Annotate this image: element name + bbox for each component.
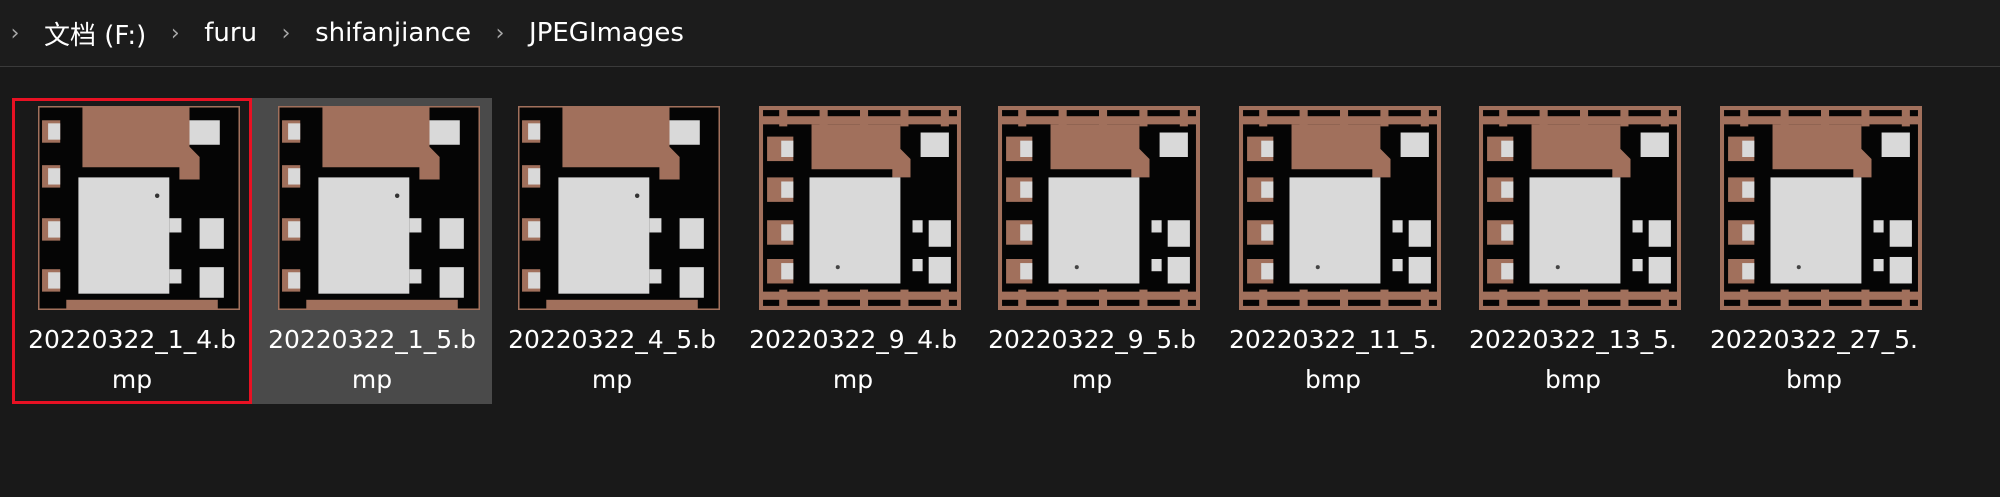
file-name: 20220322_27_5.bmp [1700,320,1928,400]
file-thumbnail [38,106,240,310]
breadcrumb: › 文档 (F:) › furu › shifanjiance › JPEGIm… [0,0,2000,67]
file-name: 20220322_9_5.bmp [978,320,1206,400]
file-thumbnail [1239,106,1441,310]
pcb-image-icon [1239,106,1441,310]
file-name-line1: 20220322_11_5. [1229,325,1437,354]
breadcrumb-item-jpegimages[interactable]: JPEGImages [509,18,704,48]
file-name-line2: bmp [1785,365,1843,394]
file-name-line1: 20220322_13_5. [1469,325,1677,354]
file-item[interactable]: 20220322_27_5.bmp [1694,98,1934,404]
file-item[interactable]: 20220322_9_4.bmp [733,98,973,404]
file-name: 20220322_4_5.bmp [498,320,726,400]
file-name: 20220322_1_5.bmp [258,320,486,400]
file-thumbnail [1720,106,1922,310]
file-name-line1: 20220322_9_4.b [749,325,957,354]
file-name-line1: 20220322_27_5. [1710,325,1918,354]
breadcrumb-item-furu[interactable]: furu [184,18,277,48]
file-name-line2: bmp [1544,365,1602,394]
breadcrumb-item-shifanjiance[interactable]: shifanjiance [295,18,491,48]
file-item[interactable]: 20220322_1_4.bmp [12,98,252,404]
pcb-image-icon [1720,106,1922,310]
file-name: 20220322_1_4.bmp [18,320,246,400]
pcb-image-icon [278,106,480,310]
file-name: 20220322_13_5.bmp [1459,320,1687,400]
file-item[interactable]: 20220322_1_5.bmp [252,98,492,404]
pcb-image-icon [1479,106,1681,310]
file-name-line1: 20220322_9_5.b [988,325,1196,354]
file-thumbnail [759,106,961,310]
file-name-line2: mp [591,365,633,394]
pcb-image-icon [759,106,961,310]
file-name-line1: 20220322_1_5.b [268,325,476,354]
file-name: 20220322_9_4.bmp [739,320,967,400]
file-name: 20220322_11_5.bmp [1219,320,1447,400]
file-thumbnail [518,106,720,310]
file-name-line2: mp [832,365,874,394]
file-name-line2: mp [1071,365,1113,394]
file-thumbnail [998,106,1200,310]
file-item[interactable]: 20220322_4_5.bmp [492,98,732,404]
chevron-right-icon[interactable]: › [491,21,509,46]
file-thumbnail [1479,106,1681,310]
chevron-right-icon[interactable]: › [277,21,295,46]
file-name-line1: 20220322_4_5.b [508,325,716,354]
file-name-line2: bmp [1304,365,1362,394]
pcb-image-icon [518,106,720,310]
breadcrumb-item-drive[interactable]: 文档 (F:) [24,15,166,52]
file-name-line2: mp [351,365,393,394]
chevron-right-icon[interactable]: › [6,21,24,46]
file-item[interactable]: 20220322_11_5.bmp [1213,98,1453,404]
file-item[interactable]: 20220322_9_5.bmp [972,98,1212,404]
file-grid: 20220322_1_4.b mp 20220322_1_5.b mp 20220322… [0,78,2000,497]
pcb-image-icon [38,106,240,310]
pcb-image-icon [998,106,1200,310]
file-item[interactable]: 20220322_13_5.bmp [1453,98,1693,404]
file-thumbnail [278,106,480,310]
chevron-right-icon[interactable]: › [166,21,184,46]
file-name-line2: mp [111,365,153,394]
file-name-line1: 20220322_1_4.b [28,325,236,354]
